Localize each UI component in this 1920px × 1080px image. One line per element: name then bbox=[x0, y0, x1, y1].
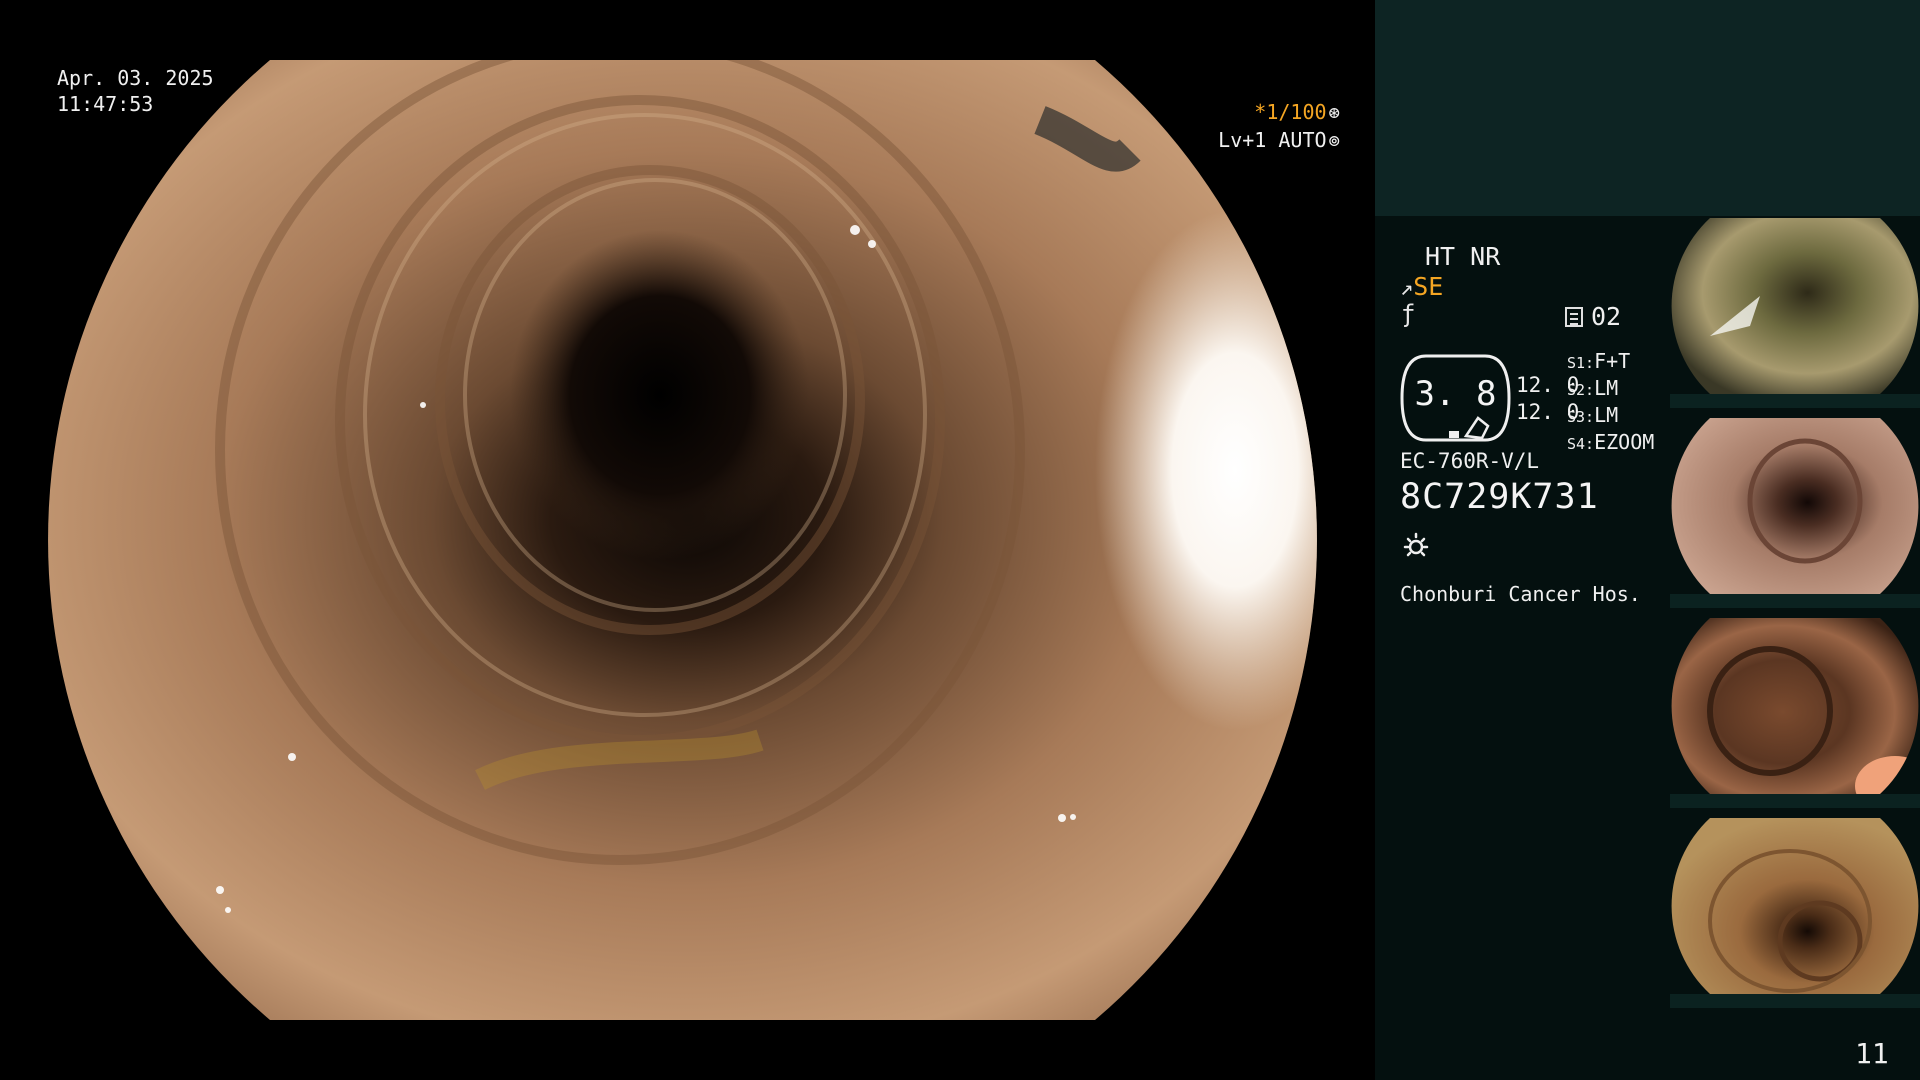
scope-model: EC-760R-V/L bbox=[1400, 449, 1540, 473]
thumbnail-bar bbox=[1670, 994, 1920, 1008]
thumbnail-image bbox=[1671, 418, 1919, 594]
switch-value: EZOOM bbox=[1594, 430, 1655, 454]
structure-mode: SE bbox=[1413, 272, 1444, 301]
thumbnail-4[interactable] bbox=[1670, 816, 1920, 1008]
switch-key: S4: bbox=[1567, 435, 1595, 453]
switch-value: LM bbox=[1594, 403, 1619, 427]
side-panel-header bbox=[1375, 0, 1920, 216]
structure-mode-row: ↗SE bbox=[1400, 274, 1443, 300]
switch-key: S1: bbox=[1567, 354, 1595, 372]
switch-row: S2:LM bbox=[1567, 376, 1654, 403]
memory-slot: 02 bbox=[1565, 304, 1621, 329]
enhancement-mode: HT NR bbox=[1425, 242, 1501, 271]
endoscope-view bbox=[0, 0, 1375, 1080]
switch-key: S3: bbox=[1567, 408, 1595, 426]
thumbnail-2[interactable] bbox=[1670, 416, 1920, 608]
switch-row: S1:F+T bbox=[1567, 349, 1654, 376]
switch-value: LM bbox=[1594, 376, 1619, 400]
scope-serial: 8C729K731 bbox=[1400, 477, 1599, 517]
thumbnail-image bbox=[1671, 618, 1919, 794]
hospital-name: Chonburi Cancer Hos. bbox=[1400, 582, 1641, 606]
memo-icon bbox=[1565, 307, 1583, 327]
thumbnail-bar bbox=[1670, 794, 1920, 808]
switch-value: F+T bbox=[1594, 349, 1631, 373]
light-icon bbox=[1403, 532, 1429, 557]
page-number: 11 bbox=[1855, 1037, 1889, 1070]
iris-value: Lv+1 AUTO bbox=[1218, 128, 1327, 152]
structure-hook-icon: ↗ bbox=[1400, 276, 1414, 301]
scope-switches: S1:F+T S2:LM S3:LM S4:EZOOM bbox=[1567, 349, 1654, 457]
magnification-value: 3. 8 bbox=[1414, 374, 1497, 414]
date-time-stamp: Apr. 03. 2025 11:47:53 bbox=[57, 65, 214, 117]
switch-key: S2: bbox=[1567, 381, 1595, 399]
thumbnail-image bbox=[1671, 218, 1919, 394]
exam-time: 11:47:53 bbox=[57, 92, 154, 116]
shutter-speed: *1/100 ⊛ bbox=[1254, 100, 1340, 124]
thumbnail-1[interactable] bbox=[1670, 216, 1920, 408]
shutter-value: *1/100 bbox=[1254, 100, 1327, 124]
switch-row: S3:LM bbox=[1567, 403, 1654, 430]
thumbnail-image bbox=[1671, 818, 1919, 994]
exam-date: Apr. 03. 2025 bbox=[57, 66, 214, 90]
thumbnail-3[interactable] bbox=[1670, 616, 1920, 808]
iris-mode: Lv+1 AUTO ⊚ bbox=[1218, 128, 1340, 152]
endoscope-image bbox=[48, 60, 1317, 1020]
iris-icon: ⊚ bbox=[1328, 130, 1340, 152]
switch-row: S4:EZOOM bbox=[1567, 430, 1654, 457]
freeze-off-icon: ƒ bbox=[1401, 300, 1416, 328]
thumbnail-bar bbox=[1670, 594, 1920, 608]
captured-thumbnails bbox=[1670, 216, 1920, 1016]
thumbnail-bar bbox=[1670, 394, 1920, 408]
memory-label: 02 bbox=[1591, 302, 1622, 331]
shutter-icon: ⊛ bbox=[1328, 102, 1340, 124]
